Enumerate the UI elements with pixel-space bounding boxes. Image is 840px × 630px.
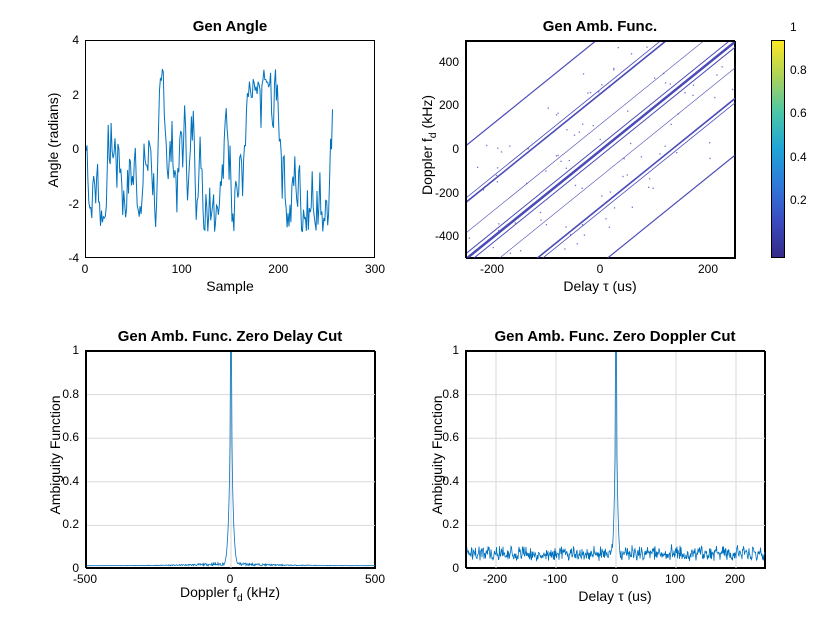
subplot-gen-angle: Gen Angle Sample Angle (radians) 0 100 2… xyxy=(85,40,375,258)
subplot-zero-doppler-cut: Gen Amb. Func. Zero Doppler Cut Delay τ … xyxy=(465,350,765,568)
x-axis-label: Doppler fd (kHz) xyxy=(85,584,375,604)
xtick: -100 xyxy=(543,572,567,586)
colorbar-tick: 0.4 xyxy=(790,150,807,164)
xtick: 100 xyxy=(665,572,685,586)
xtick: 200 xyxy=(725,572,745,586)
grid xyxy=(86,351,376,569)
plot-area xyxy=(465,350,765,568)
grid xyxy=(466,351,766,569)
ytick: -2 xyxy=(68,197,85,211)
plot-area xyxy=(85,350,375,568)
ytick: 2 xyxy=(72,88,85,102)
ytick: 0.6 xyxy=(442,430,465,444)
plot-title: Gen Angle xyxy=(85,18,375,35)
xtick: 200 xyxy=(698,262,718,276)
colorbar: 0.2 0.4 0.6 0.8 1 xyxy=(771,40,785,258)
ytick: 0.2 xyxy=(442,517,465,531)
subplot-zero-delay-cut: Gen Amb. Func. Zero Delay Cut Doppler fd… xyxy=(85,350,375,568)
xtick: 0 xyxy=(612,572,619,586)
plot-title: Gen Amb. Func. Zero Doppler Cut xyxy=(465,328,765,345)
ytick: 0.6 xyxy=(62,430,85,444)
colorbar-tick: 0.2 xyxy=(790,193,807,207)
ytick: 0.2 xyxy=(62,517,85,531)
y-axis-label: Ambiguity Function xyxy=(429,380,445,530)
colorbar-tick: 0.6 xyxy=(790,106,807,120)
xtick: 0 xyxy=(227,572,234,586)
xtick: 100 xyxy=(172,262,192,276)
plot-title: Gen Amb. Func. xyxy=(465,18,735,35)
plot-svg xyxy=(86,351,376,569)
xtick: 200 xyxy=(268,262,288,276)
ytick: 1 xyxy=(452,343,465,357)
xtick: 0 xyxy=(597,262,604,276)
x-axis-label: Sample xyxy=(85,278,375,294)
xtick: 500 xyxy=(365,572,385,586)
plot-area xyxy=(85,40,375,258)
ytick: 0.8 xyxy=(442,387,465,401)
ytick: 0 xyxy=(72,561,85,575)
ytick: 0 xyxy=(72,142,85,156)
x-axis-label: Delay τ (us) xyxy=(465,588,765,604)
ytick: 200 xyxy=(439,98,465,112)
ytick: 0 xyxy=(452,561,465,575)
ytick: 0.4 xyxy=(62,474,85,488)
ytick: 0 xyxy=(452,142,465,156)
plot-title: Gen Amb. Func. Zero Delay Cut xyxy=(85,328,375,345)
ytick: -400 xyxy=(435,229,465,243)
plot-svg xyxy=(466,351,766,569)
colorbar-tick: 0.8 xyxy=(790,63,807,77)
subplot-amb-func: Gen Amb. Func. Delay τ (us) Doppler fd (… xyxy=(465,40,735,258)
ytick: 4 xyxy=(72,33,85,47)
colorbar-tick: 1 xyxy=(790,20,797,34)
ytick: 400 xyxy=(439,55,465,69)
plot-area xyxy=(465,40,735,258)
ytick: -200 xyxy=(435,186,465,200)
ytick: 0.8 xyxy=(62,387,85,401)
xtick: 300 xyxy=(365,262,385,276)
plot-svg xyxy=(86,41,376,259)
y-axis-label: Angle (radians) xyxy=(45,80,61,200)
ytick: 1 xyxy=(72,343,85,357)
xtick: -200 xyxy=(483,572,507,586)
plot-svg xyxy=(466,41,736,259)
ytick: -4 xyxy=(68,251,85,265)
ytick: 0.4 xyxy=(442,474,465,488)
x-axis-label: Delay τ (us) xyxy=(465,278,735,294)
xtick: -200 xyxy=(480,262,504,276)
y-axis-label: Ambiguity Function xyxy=(47,380,63,530)
